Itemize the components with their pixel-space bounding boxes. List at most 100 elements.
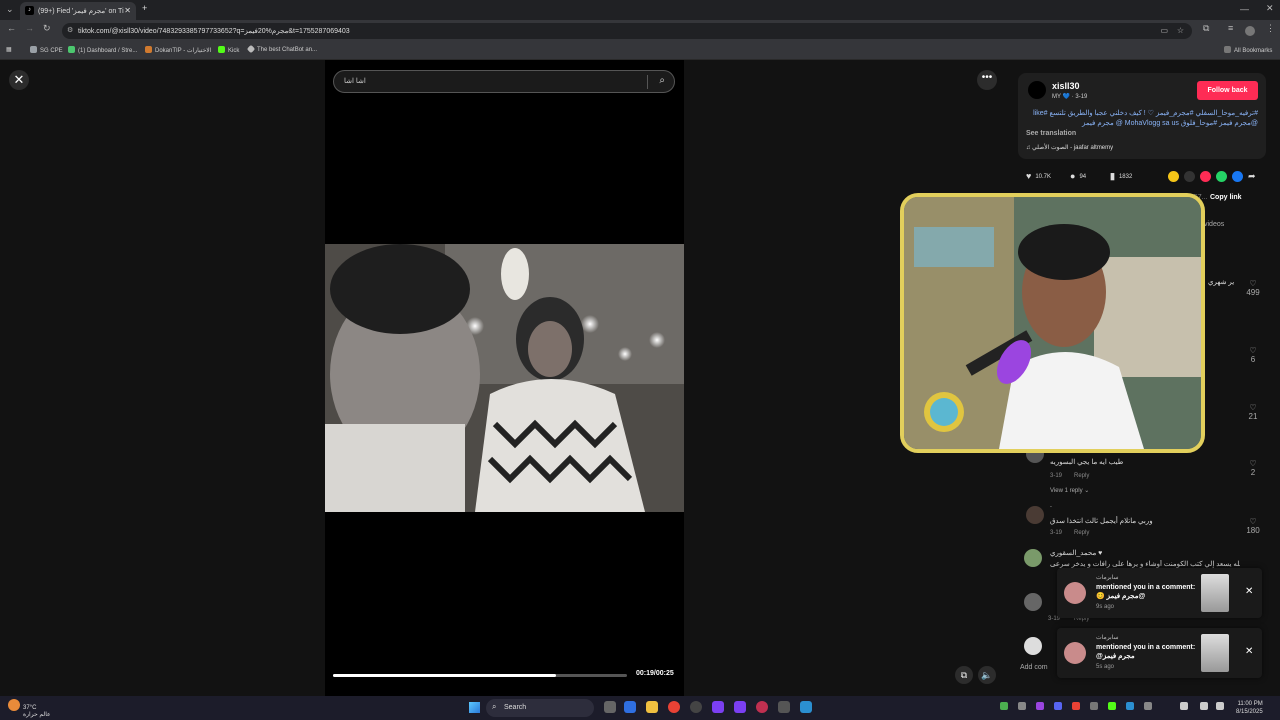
comment-like[interactable]: ♡ 499 [1243,279,1263,297]
comment-like[interactable]: ♡ 2 [1243,459,1263,477]
forward-icon[interactable]: → [25,23,34,33]
commenter-avatar[interactable] [1026,506,1044,524]
commenter-avatar[interactable] [1024,637,1042,655]
notification-avatar [1064,582,1086,604]
start-button[interactable] [469,702,480,713]
embed-icon[interactable] [1184,171,1195,182]
profile-avatar[interactable] [1245,26,1255,36]
video-progress-bar[interactable] [333,674,627,677]
taskbar-search[interactable]: ⌕ Search [486,699,594,717]
notification-thumbnail[interactable] [1201,634,1229,672]
share-friends-icon[interactable] [1168,171,1179,182]
comment-like[interactable]: ♡ 6 [1243,346,1263,364]
reload-icon[interactable]: ↻ [43,23,51,34]
copilot-icon[interactable] [624,701,636,713]
follow-back-button[interactable]: Follow back [1197,81,1258,100]
search-input[interactable]: اشا اشا ⌕ [333,70,675,93]
bookmark-5[interactable]: The best ChatBot an... [246,44,317,54]
menu-icon[interactable]: ⋮ [1266,23,1275,34]
comment-button[interactable]: ● 94 [1070,171,1086,181]
site-info-icon[interactable]: ⚙ [67,26,73,34]
new-tab-icon[interactable]: + [142,3,147,13]
close-video-button[interactable]: ✕ [9,70,29,90]
bookmark-1[interactable]: SG CPE [30,46,63,54]
bookmark-star-icon[interactable]: ☆ [1177,26,1184,35]
commenter-name[interactable]: . [1050,502,1052,509]
copy-link-button[interactable]: Copy link [1210,194,1242,201]
app-icon[interactable] [778,701,790,713]
tray-icon[interactable] [1036,702,1044,710]
music-link[interactable]: ♫ الصوت الأصلي - jaafar altmemy [1026,144,1113,151]
view-replies-button[interactable]: View 1 reply ⌄ [1050,487,1089,494]
weather-widget[interactable]: 37°C عالم حرارة [8,699,51,719]
minimize-icon[interactable]: — [1240,4,1249,14]
comment-like[interactable]: ♡ 180 [1243,517,1263,535]
search-icon[interactable]: ⌕ [659,75,665,86]
commenter-avatar[interactable] [1024,549,1042,567]
apps-icon[interactable]: ▦ [6,46,12,53]
send-icon[interactable] [1200,171,1211,182]
more-options-button[interactable]: ••• [977,70,997,90]
see-translation-link[interactable]: See translation [1026,130,1076,137]
discord-icon[interactable] [1054,702,1062,710]
author-username[interactable]: xisll30 [1052,81,1080,91]
file-explorer-icon[interactable] [646,701,658,713]
comment-like-count: 180 [1246,526,1260,535]
heart-icon: ♡ [1249,517,1257,526]
notification-thumbnail[interactable] [1201,574,1229,612]
bookmark-3[interactable]: DokanTIP - الاختيارات [145,46,211,54]
tray-icon[interactable] [1108,702,1116,710]
tray-icon[interactable] [1090,702,1098,710]
app-icon[interactable] [690,701,702,713]
notification-toast[interactable]: سابرمات mentioned you in a comment: 😊 مج… [1057,568,1262,618]
media-icon[interactable]: ≡ [1228,23,1233,33]
whatsapp-icon[interactable] [1216,171,1227,182]
microphone-icon[interactable] [1180,702,1188,710]
volume-button[interactable]: 🔈 [978,666,996,684]
floating-player-button[interactable]: ⧉ [955,666,973,684]
app-icon[interactable] [800,701,812,713]
tray-icon[interactable] [1072,702,1080,710]
app-icon[interactable] [756,701,768,713]
tab-creator-videos[interactable]: videos [1204,221,1224,228]
back-icon[interactable]: ← [7,23,16,33]
facebook-icon[interactable] [1232,171,1243,182]
save-button[interactable]: ▮ 1832 [1110,171,1132,182]
address-bar[interactable]: ⚙ tiktok.com/@xisll30/video/748329338579… [62,23,1192,39]
bookmark-2[interactable]: (1) Dashboard / Stre... [68,46,137,54]
app-icon[interactable] [712,701,724,713]
extensions-icon[interactable]: ⧉ [1203,23,1209,34]
all-bookmarks[interactable]: All Bookmarks [1224,46,1272,54]
comment-like[interactable]: ♡ 21 [1243,403,1263,421]
volume-icon[interactable] [1216,702,1224,710]
taskbar-clock[interactable]: 11:00 PM 8/15/2025 [1236,700,1263,716]
close-icon[interactable]: ✕ [1245,586,1253,597]
add-comment-input[interactable]: Add com [1020,664,1060,671]
close-tab-icon[interactable]: ✕ [124,6,131,15]
close-window-icon[interactable]: ✕ [1266,3,1274,14]
like-button[interactable]: ♥ 10.7K [1026,171,1051,181]
network-icon[interactable] [1200,702,1208,710]
close-icon[interactable]: ✕ [1245,646,1253,657]
browser-tab-active[interactable]: ♪ (99+) Fied 'مجرم فيمز' on Ti ✕ [20,2,136,20]
cast-icon[interactable]: ▭ [1160,26,1168,35]
author-avatar[interactable] [1028,81,1046,99]
reply-button[interactable]: Reply [1074,530,1089,536]
task-view-icon[interactable] [604,701,616,713]
tray-icon[interactable] [1018,702,1026,710]
bookmark-4[interactable]: Kick [218,46,239,54]
commenter-avatar[interactable] [1024,593,1042,611]
tray-icon[interactable] [1000,702,1008,710]
app-icon[interactable] [734,701,746,713]
reply-button[interactable]: Reply [1074,473,1089,479]
commenter-name[interactable]: محمد_السقوري ♥ [1050,549,1102,557]
tray-icon[interactable] [1126,702,1134,710]
notification-toast[interactable]: سابرمات mentioned you in a comment: @مجر… [1057,628,1262,678]
video-frame[interactable] [325,244,684,512]
tray-icon[interactable] [1144,702,1152,710]
windows-taskbar: 37°C عالم حرارة ⌕ Search 11:00 PM 8/15/20… [0,696,1280,720]
share-more-icon[interactable]: ➦ [1248,171,1256,182]
search-query: اشا اشا [344,78,366,85]
chrome-icon[interactable] [668,701,680,713]
tab-list-icon[interactable]: ⌄ [6,4,14,15]
